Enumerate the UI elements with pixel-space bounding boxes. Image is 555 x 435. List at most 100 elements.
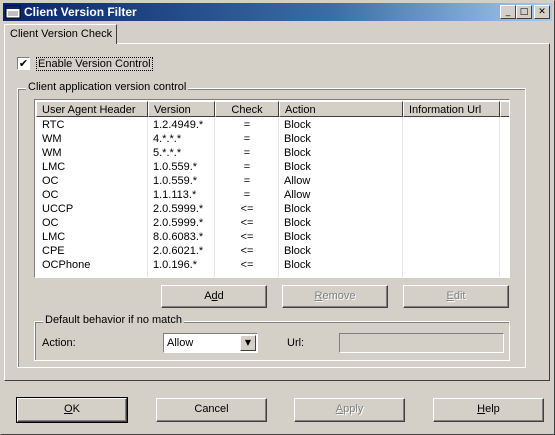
window-title: Client Version Filter [24, 5, 137, 19]
apply-label-post: pply [343, 403, 364, 415]
column-header-version[interactable]: Version [148, 101, 215, 117]
table-row[interactable]: OC 2.0.5999.* <= Block [36, 216, 509, 230]
default-action-select[interactable]: Allow ▼ [163, 333, 258, 353]
close-icon: ✕ [538, 7, 546, 17]
enable-version-control-label[interactable]: Enable Version Control [36, 57, 153, 71]
cell-user-agent: RTC [42, 119, 65, 131]
cell-user-agent: CPE [42, 245, 65, 257]
help-label-post: elp [485, 403, 500, 415]
table-row[interactable]: WM 4.*.*.* = Block [36, 132, 509, 146]
cancel-label: Cancel [194, 403, 229, 415]
cell-version: 1.0.196.* [153, 259, 198, 271]
add-label-post: d [217, 290, 224, 302]
cell-version: 1.2.4949.* [153, 119, 204, 131]
cell-version: 2.0.5999.* [153, 217, 204, 229]
cell-action: Block [284, 133, 311, 145]
add-button[interactable]: Add [161, 285, 267, 308]
cell-check: <= [240, 231, 254, 243]
title-bar[interactable]: Client Version Filter _ □ ✕ [3, 3, 552, 21]
column-header-action[interactable]: Action [279, 101, 403, 117]
default-url-input[interactable] [339, 333, 504, 353]
table-row[interactable]: UCCP 2.0.5999.* <= Block [36, 202, 509, 216]
cell-user-agent: WM [42, 147, 62, 159]
tab-client-version-check[interactable]: Client Version Check [4, 24, 117, 44]
cell-user-agent: OC [42, 217, 59, 229]
dropdown-arrow-icon[interactable]: ▼ [240, 335, 256, 351]
check-mark-icon: ✔ [18, 57, 29, 70]
close-button[interactable]: ✕ [534, 5, 550, 19]
cell-version: 1.1.113.* [153, 189, 197, 201]
table-row[interactable]: LMC 8.0.6083.* <= Block [36, 230, 509, 244]
column-header-check[interactable]: Check [215, 101, 279, 117]
table-row[interactable]: OCPhone 1.0.196.* <= Block [36, 258, 509, 272]
help-button[interactable]: Help [433, 398, 544, 422]
cell-check: = [243, 119, 251, 131]
cell-version: 1.0.559.* [153, 175, 198, 187]
cell-check: = [243, 175, 251, 187]
cell-check: <= [240, 203, 254, 215]
groupbox-legend: Client application version control [26, 81, 189, 93]
app-window-icon [5, 5, 21, 19]
column-header-user-agent[interactable]: User Agent Header [36, 101, 148, 117]
default-action-value: Allow [167, 337, 194, 349]
cell-version: 2.0.5999.* [153, 203, 204, 215]
ok-label-post: K [72, 403, 80, 415]
column-header-information-url[interactable]: Information Url [403, 101, 500, 117]
edit-button[interactable]: Edit [403, 285, 509, 308]
ok-button[interactable]: OK [16, 397, 128, 423]
maximize-icon: □ [519, 7, 529, 17]
cell-check: = [243, 133, 251, 145]
cell-version: 2.0.6021.* [153, 245, 204, 257]
cell-version: 4.*.*.* [153, 133, 182, 145]
table-row[interactable]: CPE 2.0.6021.* <= Block [36, 244, 509, 258]
cell-action: Block [284, 147, 311, 159]
edit-label-key: E [446, 290, 454, 302]
cell-check: = [243, 147, 251, 159]
table-row[interactable]: LMC 1.0.559.* = Block [36, 160, 509, 174]
cell-check: <= [240, 245, 254, 257]
maximize-button[interactable]: □ [516, 5, 532, 19]
client-version-filter-window: Client Version Filter _ □ ✕ Client Versi… [0, 0, 555, 435]
url-label: Url: [287, 337, 305, 349]
minimize-button[interactable]: _ [500, 5, 516, 19]
cell-action: Block [284, 231, 311, 243]
action-label: Action: [42, 337, 76, 349]
cell-check: = [243, 189, 251, 201]
cell-action: Allow [284, 189, 311, 201]
cell-action: Block [284, 161, 311, 173]
table-body: RTC 1.2.4949.* = Block WM 4.*.*.* = Block WM 5.*.… [36, 118, 509, 272]
table-row[interactable]: OC 1.1.113.* = Allow [36, 188, 509, 202]
cell-action: Block [284, 119, 311, 131]
table-row[interactable]: WM 5.*.*.* = Block [36, 146, 509, 160]
column-header-filler [500, 101, 509, 117]
cell-action: Block [284, 259, 311, 271]
cell-version: 5.*.*.* [153, 147, 182, 159]
checkbox-box[interactable]: ✔ [17, 57, 30, 70]
version-rules-table[interactable]: User Agent Header Version Check Action I… [34, 99, 510, 278]
minimize-icon: _ [505, 7, 511, 17]
help-label-key: H [477, 403, 486, 415]
table-row[interactable]: RTC 1.2.4949.* = Block [36, 118, 509, 132]
cell-user-agent: OC [42, 175, 59, 187]
edit-label-post: dit [453, 290, 466, 302]
remove-label-post: emove [322, 290, 356, 302]
cell-action: Block [284, 203, 311, 215]
apply-button[interactable]: Apply [294, 398, 405, 422]
cell-version: 1.0.559.* [153, 161, 198, 173]
cell-user-agent: LMC [42, 231, 66, 243]
tab-label: Client Version Check [10, 28, 113, 40]
cell-check: = [243, 161, 251, 173]
apply-label-key: A [335, 403, 344, 415]
cancel-button[interactable]: Cancel [156, 398, 267, 422]
cell-action: Allow [284, 175, 311, 187]
ok-label-key: O [64, 403, 73, 415]
groupbox-legend: Default behavior if no match [43, 314, 184, 326]
cell-user-agent: OCPhone [42, 259, 91, 271]
remove-button[interactable]: Remove [282, 285, 388, 308]
table-row[interactable]: OC 1.0.559.* = Allow [36, 174, 509, 188]
add-label-pre: A [204, 290, 212, 302]
cell-user-agent: OC [42, 189, 59, 201]
cell-user-agent: WM [42, 133, 62, 145]
cell-check: <= [240, 259, 254, 271]
cell-user-agent: UCCP [42, 203, 74, 215]
